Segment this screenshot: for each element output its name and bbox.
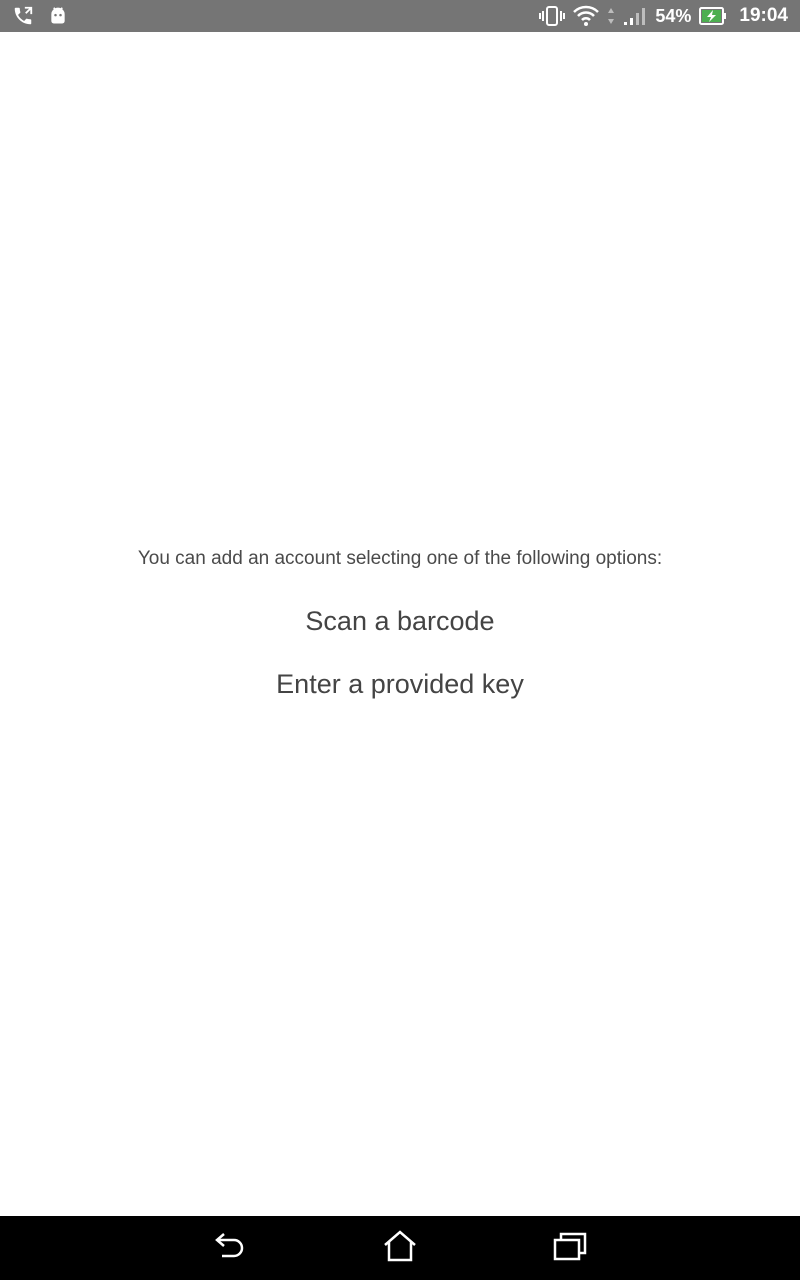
scan-barcode-option[interactable]: Scan a barcode <box>0 602 800 641</box>
wifi-icon <box>573 5 600 27</box>
status-right-icons: 54% 19:04 <box>539 0 788 32</box>
vibrate-icon <box>539 5 566 27</box>
recent-apps-icon <box>552 1230 588 1267</box>
navigation-bar <box>0 1216 800 1280</box>
status-bar: 54% 19:04 <box>0 0 800 32</box>
clock: 19:04 <box>739 5 788 26</box>
data-arrows-icon <box>607 6 615 26</box>
back-icon <box>212 1230 248 1267</box>
recent-apps-button[interactable] <box>540 1226 600 1270</box>
instructions-text: You can add an account selecting one of … <box>137 548 663 569</box>
enter-key-label: Enter a provided key <box>276 669 524 699</box>
home-button[interactable] <box>370 1226 430 1270</box>
phone-call-icon <box>12 5 34 27</box>
battery-charging-icon <box>699 6 727 26</box>
enter-key-option[interactable]: Enter a provided key <box>0 665 800 704</box>
main-content: You can add an account selecting one of … <box>0 32 800 1216</box>
status-left-icons <box>12 5 68 27</box>
battery-percent: 54% <box>655 5 692 26</box>
back-button[interactable] <box>200 1226 260 1270</box>
home-icon <box>382 1229 418 1268</box>
scan-barcode-label: Scan a barcode <box>305 606 495 636</box>
signal-icon <box>623 6 647 26</box>
android-icon <box>48 6 68 26</box>
